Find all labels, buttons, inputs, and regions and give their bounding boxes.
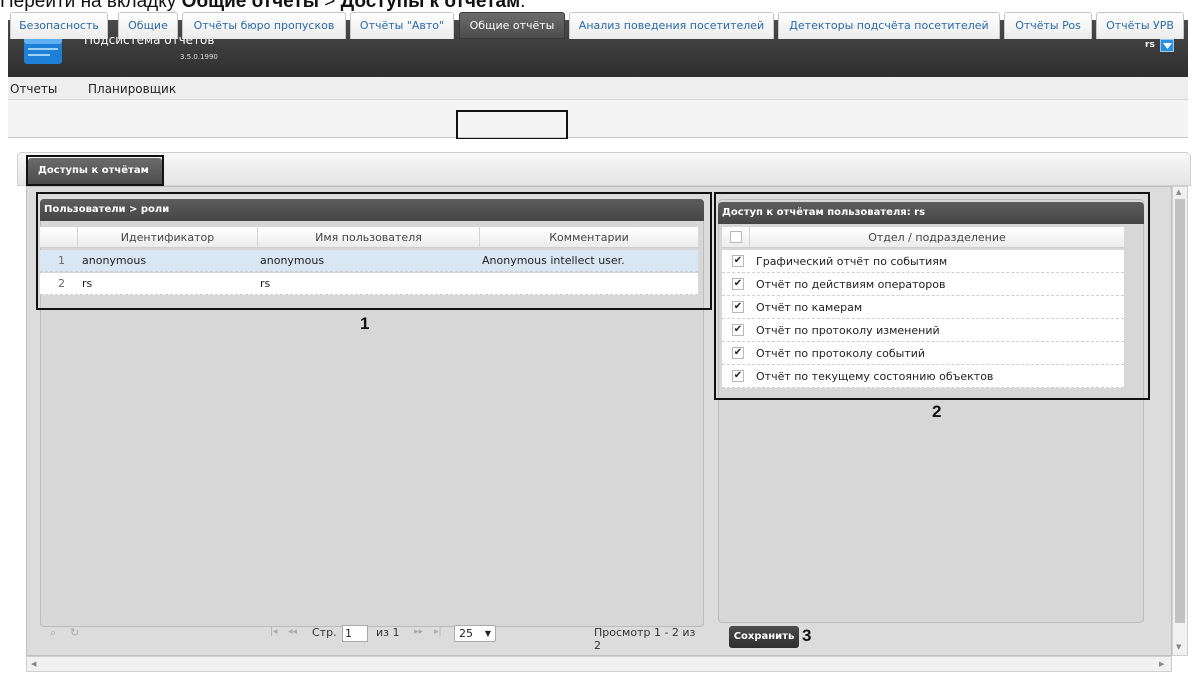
page-input[interactable]: 1	[342, 625, 368, 642]
prev-page-icon[interactable]: ◂◂	[288, 627, 297, 637]
report-checkbox[interactable]: ✔	[732, 301, 744, 313]
list-item[interactable]: ✔ Отчёт по камерам	[722, 296, 1124, 319]
scroll-left-icon[interactable]: ◀	[31, 660, 36, 668]
chevron-down-icon: ▼	[484, 629, 491, 638]
page-total: из 1	[376, 626, 400, 639]
list-item[interactable]: ✔ Графический отчёт по событиям	[722, 250, 1124, 273]
user-menu-button[interactable]	[1160, 39, 1174, 52]
select-all-checkbox[interactable]	[730, 231, 742, 243]
callout-3: 3	[802, 626, 812, 645]
list-item[interactable]: ✔ Отчёт по протоколу изменений	[722, 319, 1124, 342]
scroll-right-icon[interactable]: ▶	[1159, 660, 1164, 668]
tab-visitor-counters[interactable]: Детекторы подсчёта посетителей	[778, 12, 1000, 39]
report-label: Отчёт по действиям операторов	[756, 278, 946, 291]
vertical-scrollbar[interactable]: ▲ ▼	[1172, 186, 1188, 656]
tab-strip	[8, 100, 1188, 138]
cell-comment: Anonymous intellect user.	[482, 254, 625, 267]
cell-id: rs	[82, 277, 93, 290]
report-checkbox[interactable]: ✔	[732, 255, 744, 267]
cell-id: anonymous	[82, 254, 147, 267]
menu-item-reports[interactable]: Отчеты	[10, 82, 57, 96]
menu-bar: Отчеты Планировщик	[8, 77, 1188, 100]
tab-general[interactable]: Общие	[118, 12, 178, 39]
users-grid-header: Идентификатор Имя пользователя Комментар…	[40, 227, 698, 248]
tab-urv-reports[interactable]: Отчёты УРВ	[1096, 12, 1184, 39]
report-label: Отчёт по камерам	[756, 301, 863, 314]
tab-pos-reports[interactable]: Отчёты Pos	[1004, 12, 1092, 39]
pager: ⌕ ↻ |◂ ◂◂ Стр. 1 из 1 ▸▸ ▸| 25 ▼ Просмот…	[40, 622, 704, 652]
list-item[interactable]: ✔ Отчёт по текущему состоянию объектов	[722, 365, 1124, 388]
table-row[interactable]: 2 rs rs	[40, 273, 698, 295]
list-item[interactable]: ✔ Отчёт по протоколу событий	[722, 342, 1124, 365]
column-header-comment[interactable]: Комментарии	[480, 227, 698, 248]
table-row[interactable]: 1 anonymous anonymous Anonymous intellec…	[40, 250, 698, 272]
next-page-icon[interactable]: ▸▸	[414, 627, 423, 637]
report-label: Отчёт по протоколу изменений	[756, 324, 940, 337]
records-summary: Просмотр 1 - 2 из 2	[594, 626, 696, 652]
row-number: 1	[58, 254, 65, 267]
tab-auto-reports[interactable]: Отчёты "Авто"	[350, 12, 454, 39]
search-icon[interactable]: ⌕	[50, 626, 56, 640]
tab-visitor-behavior[interactable]: Анализ поведения посетителей	[569, 12, 774, 39]
report-checkbox[interactable]: ✔	[732, 347, 744, 359]
scroll-down-icon[interactable]: ▼	[1176, 643, 1181, 651]
access-grid-header: Отдел / подразделение	[722, 227, 1124, 248]
report-checkbox[interactable]: ✔	[732, 370, 744, 382]
cell-username: rs	[260, 277, 271, 290]
chevron-down-icon	[1163, 43, 1172, 49]
tab-common-reports[interactable]: Общие отчёты	[459, 12, 565, 39]
list-item[interactable]: ✔ Отчёт по действиям операторов	[722, 273, 1124, 296]
tab-security[interactable]: Безопасность	[10, 12, 108, 39]
row-number: 2	[58, 277, 65, 290]
select-all-cell	[722, 227, 750, 248]
subtab-report-access[interactable]: Доступы к отчётам	[28, 158, 162, 184]
access-panel-title: Доступ к отчётам пользователя: rs	[718, 202, 1144, 224]
last-page-icon[interactable]: ▸|	[434, 627, 442, 637]
subtab-bar	[17, 152, 1191, 186]
first-page-icon[interactable]: |◂	[270, 627, 278, 637]
column-header-username[interactable]: Имя пользователя	[258, 227, 480, 248]
app-version: 3.5.0.1990	[180, 53, 218, 61]
scroll-up-icon[interactable]: ▲	[1176, 188, 1181, 196]
scroll-thumb[interactable]	[1175, 199, 1185, 623]
callout-2: 2	[932, 402, 942, 421]
refresh-icon[interactable]: ↻	[70, 626, 79, 639]
report-label: Отчёт по текущему состоянию объектов	[756, 370, 994, 383]
save-button[interactable]: Сохранить	[729, 626, 799, 648]
report-label: Отчёт по протоколу событий	[756, 347, 926, 360]
horizontal-scrollbar[interactable]: ◀ ▶	[26, 656, 1172, 672]
tab-pass-office-reports[interactable]: Отчёты бюро пропусков	[182, 12, 346, 39]
page-size-value: 25	[459, 627, 473, 640]
cell-username: anonymous	[260, 254, 325, 267]
column-header-department[interactable]: Отдел / подразделение	[750, 227, 1124, 248]
column-header-id[interactable]: Идентификатор	[78, 227, 258, 248]
rownum-header	[40, 227, 78, 248]
menu-item-scheduler[interactable]: Планировщик	[88, 82, 176, 96]
report-checkbox[interactable]: ✔	[732, 324, 744, 336]
page-label: Стр.	[312, 626, 337, 639]
page-size-select[interactable]: 25 ▼	[454, 625, 496, 642]
users-panel-title: Пользователи > роли	[40, 199, 704, 221]
report-checkbox[interactable]: ✔	[732, 278, 744, 290]
user-name: rs	[1145, 40, 1155, 50]
report-label: Графический отчёт по событиям	[756, 255, 948, 268]
callout-1: 1	[360, 314, 370, 333]
